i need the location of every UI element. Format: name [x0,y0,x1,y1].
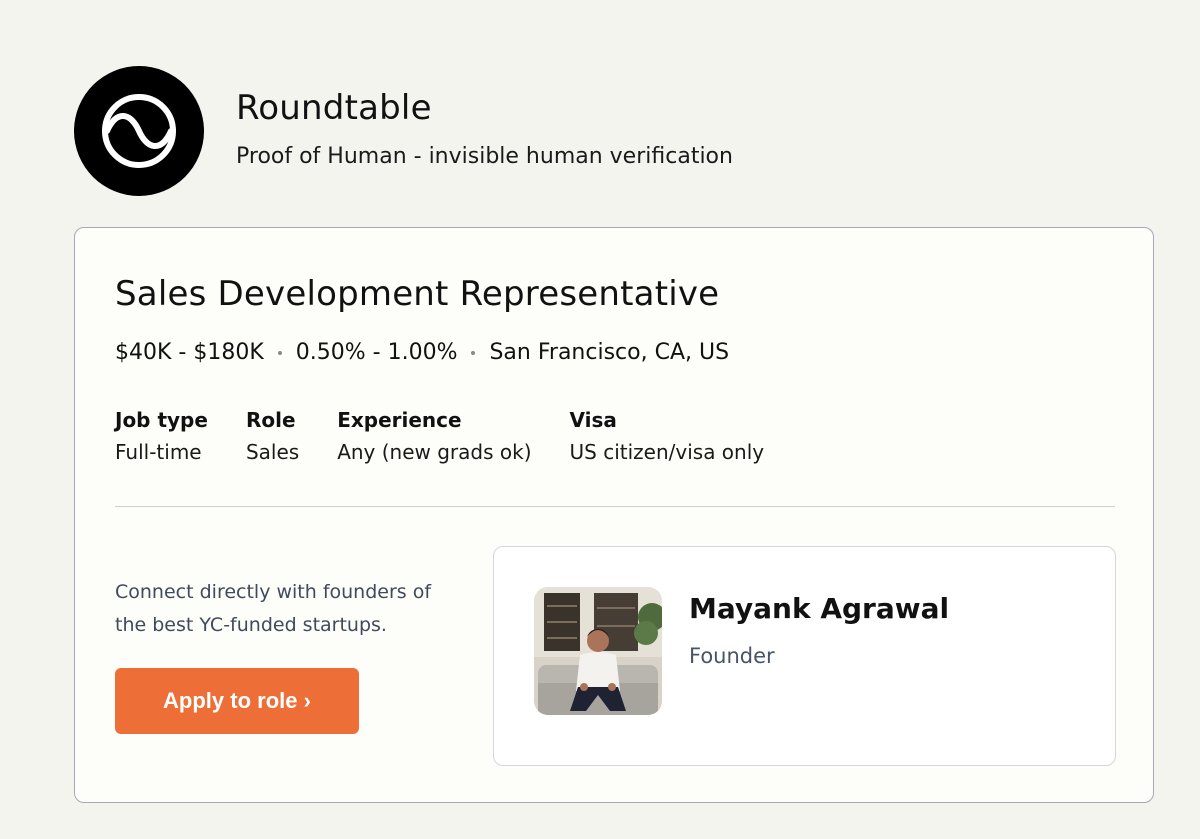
attribute-value: Any (new grads ok) [337,440,532,464]
attribute-value: US citizen/visa only [569,440,765,464]
company-text: Roundtable Proof of Human - invisible hu… [236,86,733,172]
job-attribute-visa: Visa US citizen/visa only [570,406,765,466]
job-card: Sales Development Representative $40K - … [74,227,1154,803]
attribute-label: Visa [569,408,617,432]
job-salary: $40K - $180K [115,340,264,365]
attribute-value: Full-time [115,440,202,464]
job-attribute-job-type: Job type Full-time [115,406,208,466]
attribute-label: Role [245,408,296,432]
company-name[interactable]: Roundtable [236,86,733,130]
founder-role: Founder [689,644,775,668]
apply-to-role-button[interactable]: Apply to role › [115,668,359,734]
company-tagline: Proof of Human - invisible human verific… [236,144,733,169]
job-attribute-role: Role Sales [246,406,299,466]
job-location: San Francisco, CA, US [489,340,730,365]
job-title: Sales Development Representative [115,274,720,314]
job-meta: $40K - $180K 0.50% - 1.00% San Francisco… [115,338,729,368]
attribute-label: Job type [115,408,208,432]
attribute-value: Sales [245,440,300,464]
founder-avatar[interactable] [534,587,662,715]
attribute-label: Experience [337,408,462,432]
job-equity: 0.50% - 1.00% [295,340,458,365]
founder-card[interactable]: Mayank Agrawal Founder [493,546,1116,766]
separator-dot [471,351,476,355]
job-attribute-experience: Experience Any (new grads ok) [337,406,531,466]
separator-dot [277,351,282,355]
founder-name[interactable]: Mayank Agrawal [689,591,949,627]
company-header: Roundtable Proof of Human - invisible hu… [74,66,733,196]
connect-text: Connect directly with founders of the be… [115,581,432,636]
company-logo-icon[interactable] [74,66,204,196]
job-attributes: Job type Full-time Role Sales Experience… [115,406,802,466]
divider [115,506,1115,507]
